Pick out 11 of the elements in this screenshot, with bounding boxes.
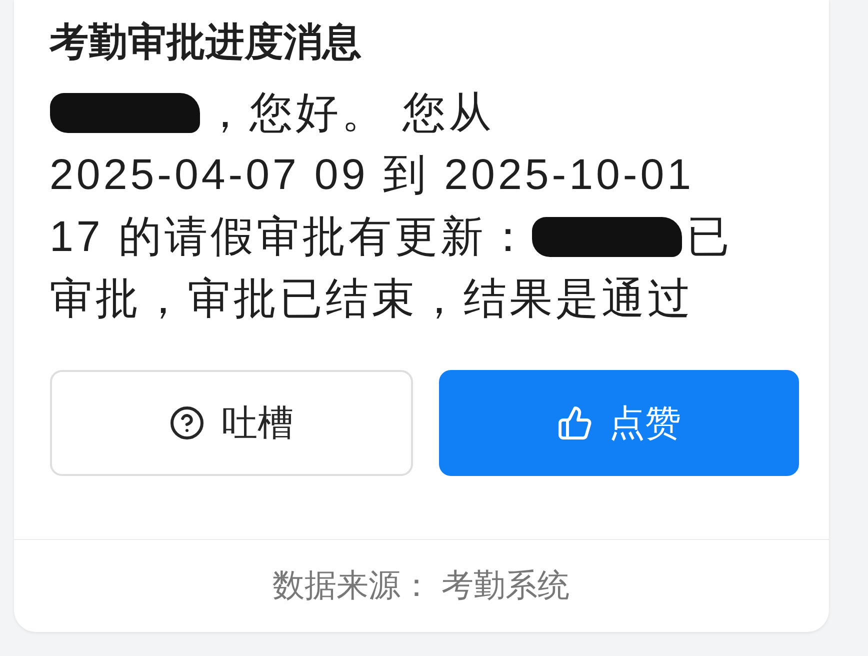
message-text: 已	[686, 212, 732, 263]
like-button[interactable]: 点赞	[439, 370, 798, 476]
feedback-button[interactable]: 吐槽	[50, 370, 413, 476]
message-text: 17 的请假审批有更新：	[50, 212, 532, 263]
message-text: 2025-04-07 09 到 2025-10-01	[50, 150, 694, 201]
question-icon	[169, 405, 206, 441]
message-text: ，您好。 您从	[204, 88, 494, 139]
message-text: 审批，审批已结束，结果是通过	[50, 274, 694, 325]
source-text: 数据来源： 考勤系统	[272, 566, 570, 605]
card-title: 考勤审批进度消息	[50, 20, 362, 66]
thumbs-up-icon	[556, 405, 593, 441]
